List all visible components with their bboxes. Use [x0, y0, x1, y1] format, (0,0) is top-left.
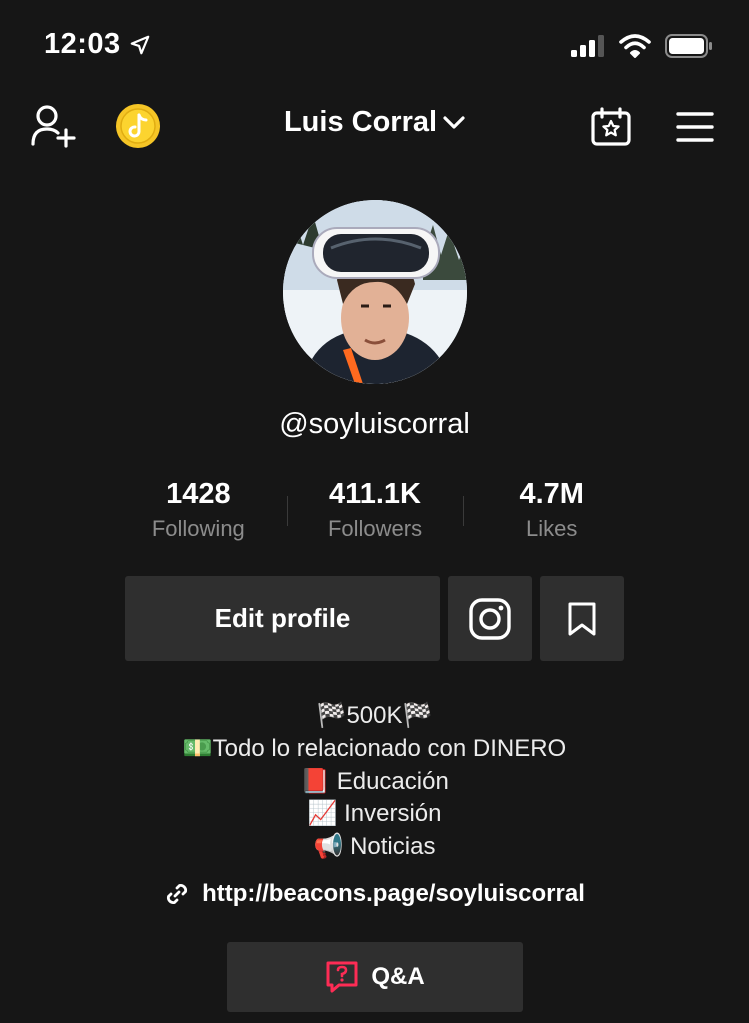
favorites-button[interactable] — [540, 576, 624, 661]
avatar[interactable] — [283, 200, 467, 384]
qa-label: Q&A — [371, 963, 425, 990]
cellular-signal-icon — [571, 35, 604, 57]
battery-icon — [665, 34, 712, 58]
bio-line: 💵Todo lo relacionado con DINERO — [182, 734, 567, 762]
stat-following-value: 1428 — [166, 478, 231, 510]
link-icon — [167, 884, 188, 904]
status-time: 12:03 — [44, 28, 151, 61]
calendar-star-icon — [591, 107, 631, 146]
account-switcher[interactable]: Luis Corral — [0, 106, 749, 139]
profile-handle: @soyluiscorral — [279, 408, 470, 440]
creator-calendar-button[interactable] — [591, 107, 631, 147]
profile-link[interactable]: http://beacons.page/soyluiscorral — [0, 880, 749, 908]
page-title: Luis Corral — [283, 106, 438, 138]
bookmark-icon — [568, 602, 596, 635]
bio-line: 📈 Inversión — [307, 800, 442, 828]
question-bubble-icon — [326, 961, 358, 993]
bio-line: 📕 Educación — [300, 767, 449, 795]
stat-following[interactable]: 1428 Following — [110, 476, 287, 542]
bio-line: 📢 Noticias — [313, 833, 436, 861]
menu-icon — [676, 112, 714, 142]
wifi-icon — [619, 34, 651, 58]
instagram-button[interactable] — [448, 576, 532, 661]
location-arrow-icon — [130, 35, 150, 54]
chevron-down-icon — [443, 115, 465, 129]
qa-button[interactable]: Q&A — [227, 942, 523, 1012]
profile-link-text: http://beacons.page/soyluiscorral — [202, 880, 585, 907]
stat-likes-value: 4.7M — [519, 478, 584, 510]
profile-bio: 🏁500K🏁 💵Todo lo relacionado con DINERO 📕… — [0, 700, 749, 864]
stat-followers-value: 411.1K — [329, 478, 421, 510]
profile-stats: 1428 Following 411.1K Followers 4.7M Lik… — [110, 476, 640, 542]
status-time-text: 12:03 — [44, 28, 121, 60]
stat-following-label: Following — [151, 516, 245, 541]
stat-likes[interactable]: 4.7M Likes — [463, 476, 640, 542]
status-icons — [571, 34, 713, 58]
menu-button[interactable] — [676, 111, 714, 143]
bio-line: 🏁500K🏁 — [316, 702, 433, 729]
stat-likes-label: Likes — [526, 516, 578, 541]
instagram-icon — [469, 597, 511, 640]
avatar-photo — [283, 200, 467, 384]
stat-followers-label: Followers — [327, 516, 423, 541]
edit-profile-button[interactable]: Edit profile — [125, 576, 440, 661]
stat-followers[interactable]: 411.1K Followers — [286, 476, 464, 542]
